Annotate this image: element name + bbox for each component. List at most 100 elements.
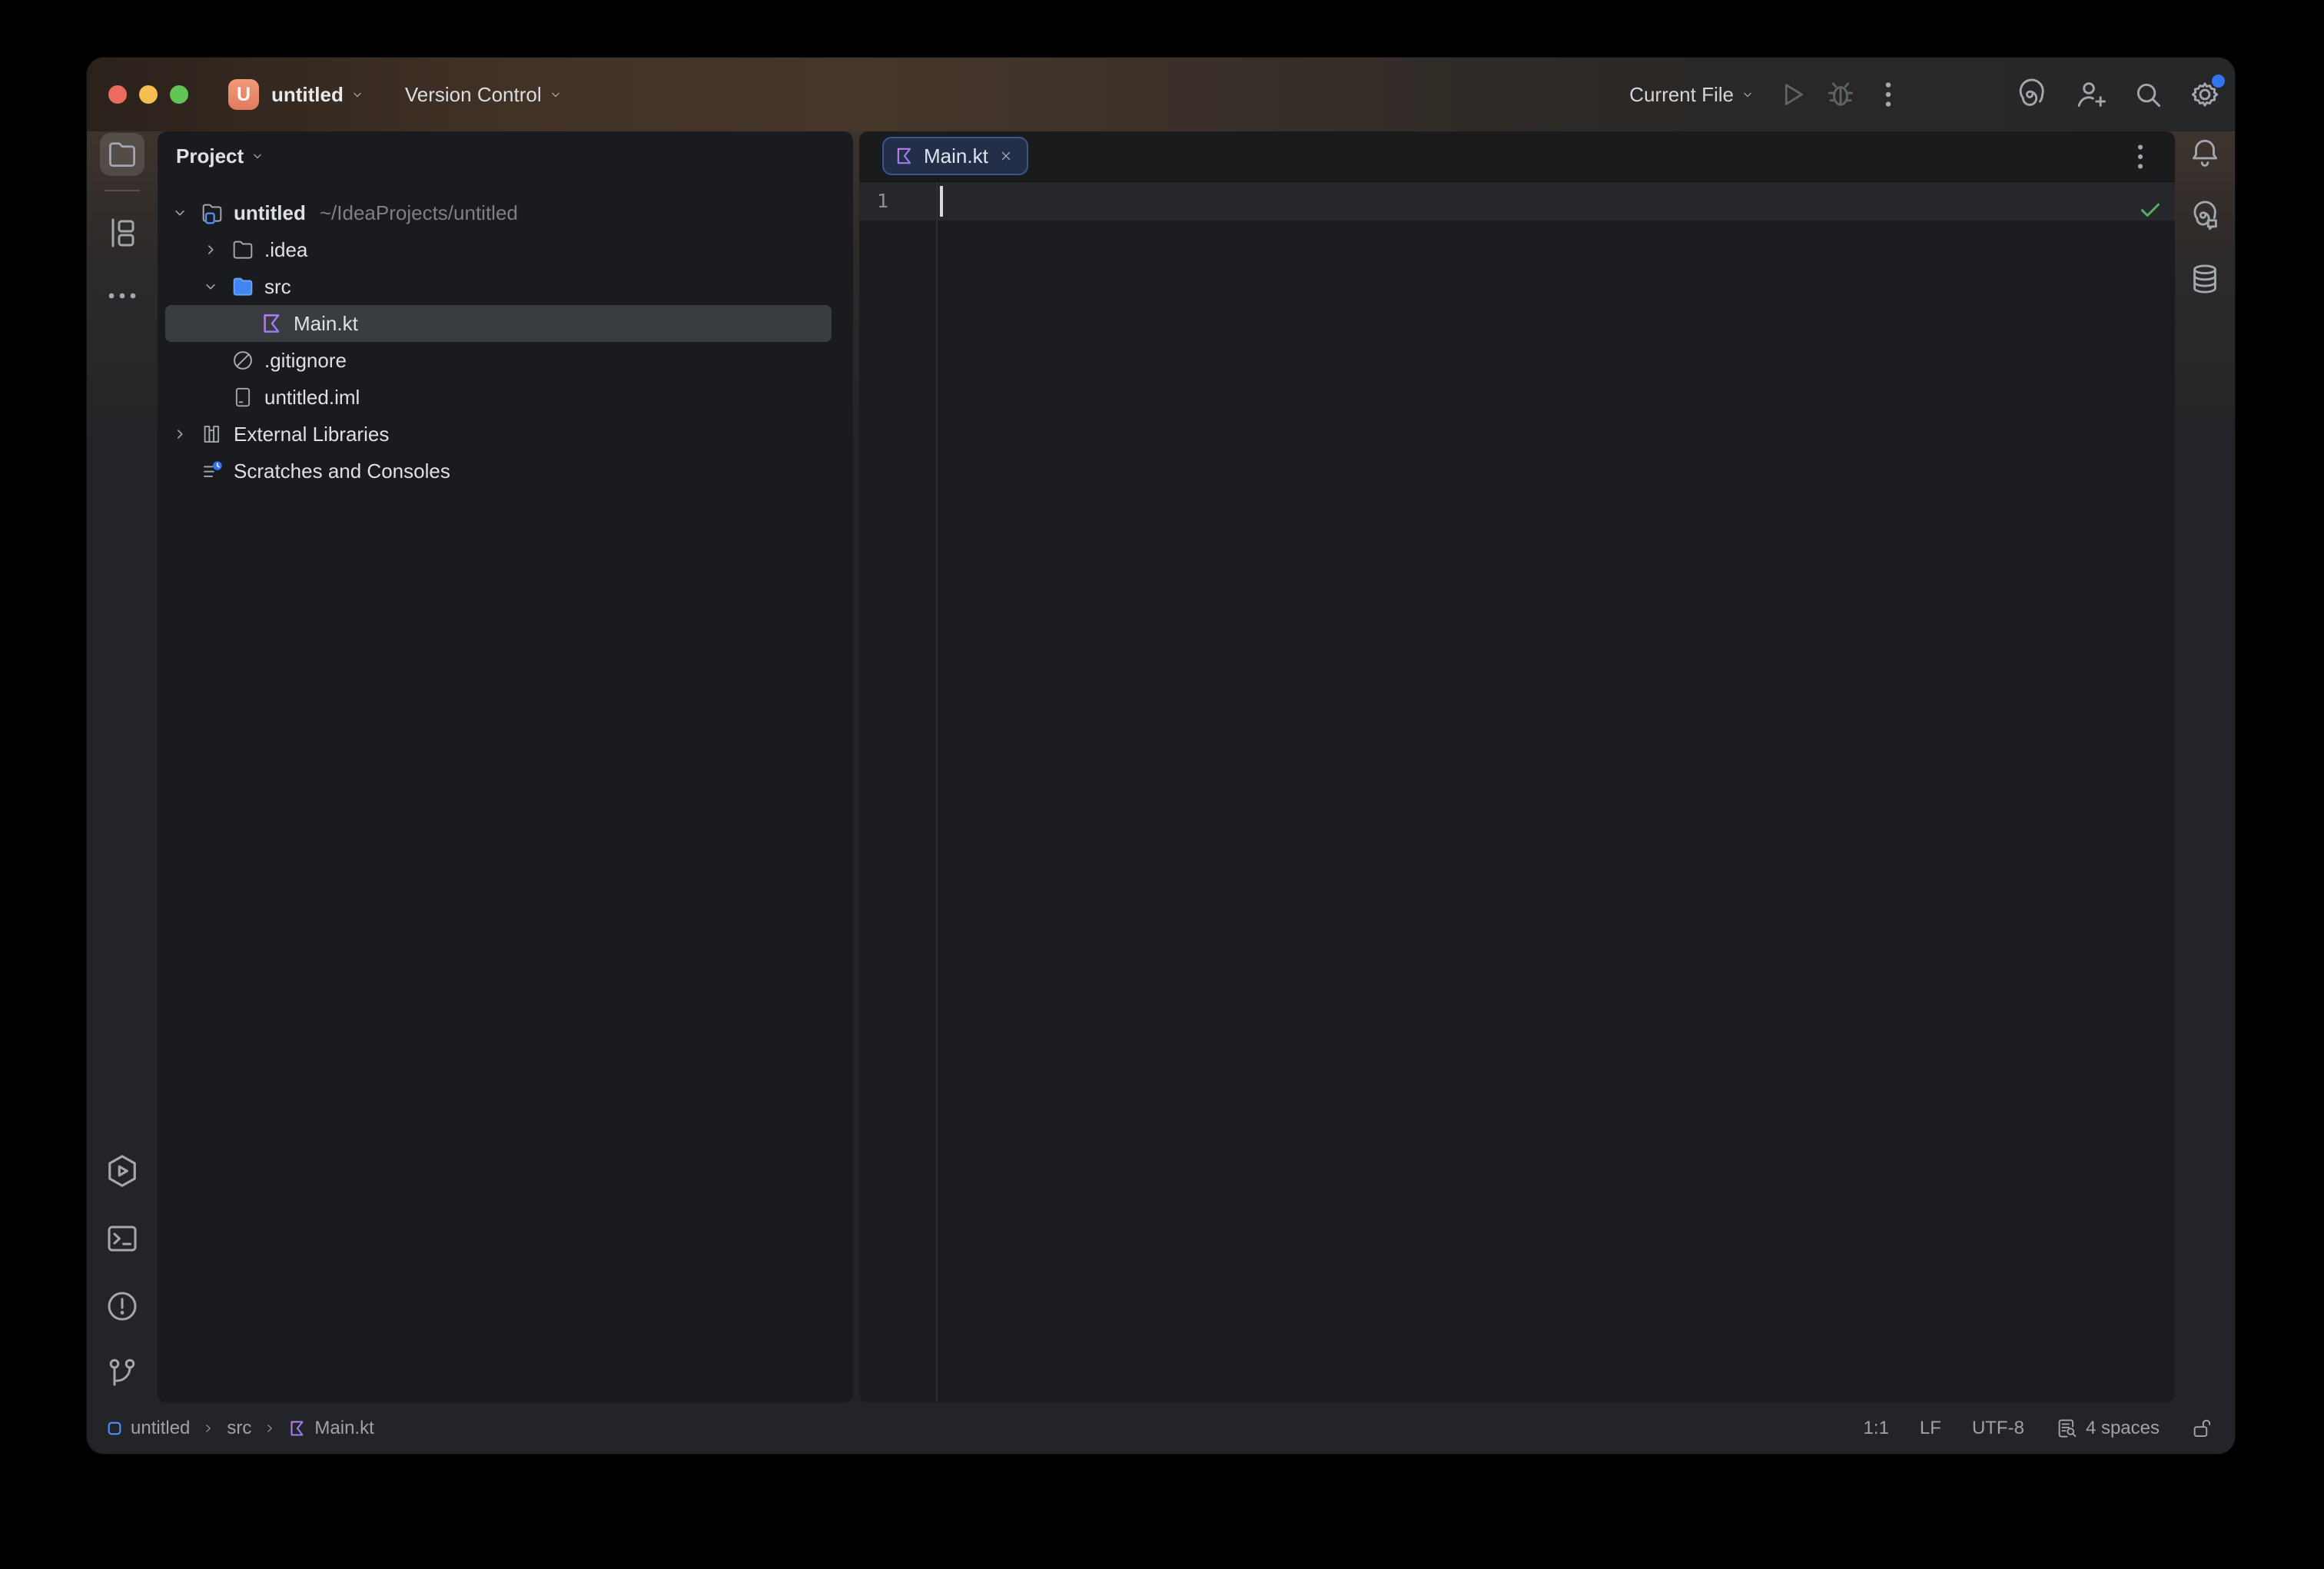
settings-gear-icon[interactable] <box>2187 77 2223 112</box>
chevron-down-icon <box>548 87 563 102</box>
kotlin-file-icon <box>895 146 915 166</box>
libraries-icon <box>199 421 225 447</box>
problems-toolwindow-button[interactable] <box>100 1285 144 1328</box>
ai-chat-icon <box>2187 198 2223 234</box>
folder-icon <box>230 237 256 263</box>
module-file-icon <box>230 384 256 410</box>
source-folder-icon <box>230 274 256 300</box>
project-name: untitled <box>271 83 344 107</box>
tree-label: Main.kt <box>294 312 358 336</box>
status-bar: untitled src <box>87 1403 2235 1454</box>
chevron-right-icon[interactable] <box>170 424 199 444</box>
line-number[interactable]: 1 <box>859 182 888 221</box>
encoding-widget[interactable]: UTF-8 <box>1972 1418 2024 1439</box>
vcs-widget[interactable]: Version Control <box>405 83 563 107</box>
indent-widget[interactable]: 4 spaces <box>2055 1417 2160 1440</box>
chevron-down-icon <box>1740 87 1755 102</box>
services-toolwindow-button[interactable] <box>100 1149 144 1193</box>
line-separator-widget[interactable]: LF <box>1920 1418 1941 1439</box>
commit-icon <box>104 214 141 251</box>
breadcrumb-label: src <box>227 1418 251 1439</box>
editor-tab-bar: Main.kt <box>859 131 2175 182</box>
settings-notification-dot <box>2212 75 2225 88</box>
caret-position-widget[interactable]: 1:1 <box>1864 1418 1889 1439</box>
chevron-down-icon[interactable] <box>201 277 230 297</box>
tree-row-idea[interactable]: .idea <box>165 231 832 268</box>
zoom-window-button[interactable] <box>170 85 188 104</box>
run-icon[interactable] <box>1774 77 1809 112</box>
right-toolbar <box>2175 131 2235 1403</box>
desktop: U untitled Version Control Current File <box>0 0 2324 1569</box>
main-area: Project <box>87 131 2235 1403</box>
chevron-down-icon[interactable] <box>170 203 199 223</box>
chevron-right-icon <box>201 1421 215 1435</box>
tree-row-untitled-iml[interactable]: untitled.iml <box>165 379 832 416</box>
scratches-icon <box>199 458 225 484</box>
unlocked-icon <box>2190 1417 2213 1440</box>
breadcrumbs: untitled src <box>106 1418 374 1439</box>
project-widget[interactable]: U untitled <box>228 79 365 110</box>
chevron-down-icon <box>250 148 265 164</box>
project-view-title: Project <box>176 144 244 168</box>
titlebar: U untitled Version Control Current File <box>87 58 2235 131</box>
ai-assistant-icon[interactable] <box>2014 77 2049 112</box>
left-toolbar <box>87 131 158 1403</box>
tree-row-project-root[interactable]: untitled ~/IdeaProjects/untitled <box>165 194 832 231</box>
folder-icon <box>105 138 139 171</box>
editor-options-kebab-icon[interactable] <box>2123 139 2158 174</box>
more-toolwindows-button[interactable] <box>100 274 144 317</box>
database-icon <box>2187 261 2223 297</box>
tab-main-kt[interactable]: Main.kt <box>882 137 1028 175</box>
chevron-right-icon[interactable] <box>201 240 230 260</box>
file-lock-widget[interactable] <box>2190 1417 2213 1440</box>
breadcrumb-label: Main.kt <box>314 1418 374 1439</box>
bell-icon <box>2187 135 2223 171</box>
breadcrumb-folder[interactable]: src <box>227 1418 251 1439</box>
minimize-window-button[interactable] <box>139 85 158 104</box>
tree-row-scratches[interactable]: Scratches and Consoles <box>165 453 832 489</box>
close-window-button[interactable] <box>108 85 127 104</box>
tree-row-main-kt[interactable]: Main.kt <box>165 305 832 342</box>
terminal-icon <box>104 1220 141 1257</box>
tree-row-src[interactable]: src <box>165 268 832 305</box>
tree-row-external-libraries[interactable]: External Libraries <box>165 416 832 453</box>
close-tab-icon[interactable] <box>998 148 1014 164</box>
run-configuration-widget[interactable]: Current File <box>1629 83 1755 107</box>
project-tree: untitled ~/IdeaProjects/untitled <box>158 194 853 489</box>
search-icon[interactable] <box>2130 77 2166 112</box>
kebab-icon[interactable] <box>1871 77 1906 112</box>
tab-label: Main.kt <box>924 144 988 168</box>
text-caret <box>940 186 943 217</box>
git-branch-icon <box>104 1355 141 1392</box>
tree-label: .idea <box>264 238 307 262</box>
inspections-ok-icon[interactable] <box>2136 196 2164 224</box>
ignored-file-icon <box>230 347 256 373</box>
commit-toolwindow-button[interactable] <box>100 211 144 254</box>
tree-label: untitled.iml <box>264 386 360 410</box>
project-view-header[interactable]: Project <box>158 131 265 181</box>
project-toolwindow-button[interactable] <box>100 133 144 176</box>
kotlin-file-icon <box>259 310 285 337</box>
tree-label: .gitignore <box>264 349 347 373</box>
add-user-icon[interactable] <box>2072 77 2107 112</box>
tree-label: untitled <box>234 201 306 225</box>
debug-icon[interactable] <box>1823 77 1858 112</box>
run-configuration-label: Current File <box>1629 83 1734 107</box>
database-toolwindow-button[interactable] <box>2187 261 2223 297</box>
git-toolwindow-button[interactable] <box>100 1352 144 1395</box>
tree-label: src <box>264 275 291 299</box>
tree-row-gitignore[interactable]: .gitignore <box>165 342 832 379</box>
project-badge: U <box>228 79 259 110</box>
services-icon <box>103 1152 141 1190</box>
tree-label: External Libraries <box>234 423 389 446</box>
kotlin-file-icon <box>288 1419 307 1438</box>
terminal-toolwindow-button[interactable] <box>100 1217 144 1260</box>
breadcrumb-root[interactable]: untitled <box>106 1418 190 1439</box>
breadcrumb-file[interactable]: Main.kt <box>288 1418 374 1439</box>
ai-assistant-toolwindow-button[interactable] <box>2187 198 2223 234</box>
chevron-down-icon <box>350 87 365 102</box>
editor-body[interactable]: 1 <box>859 182 2175 1401</box>
traffic-lights <box>108 85 188 104</box>
notifications-button[interactable] <box>2187 135 2223 171</box>
status-widgets: 1:1 LF UTF-8 4 spaces <box>1864 1417 2213 1440</box>
